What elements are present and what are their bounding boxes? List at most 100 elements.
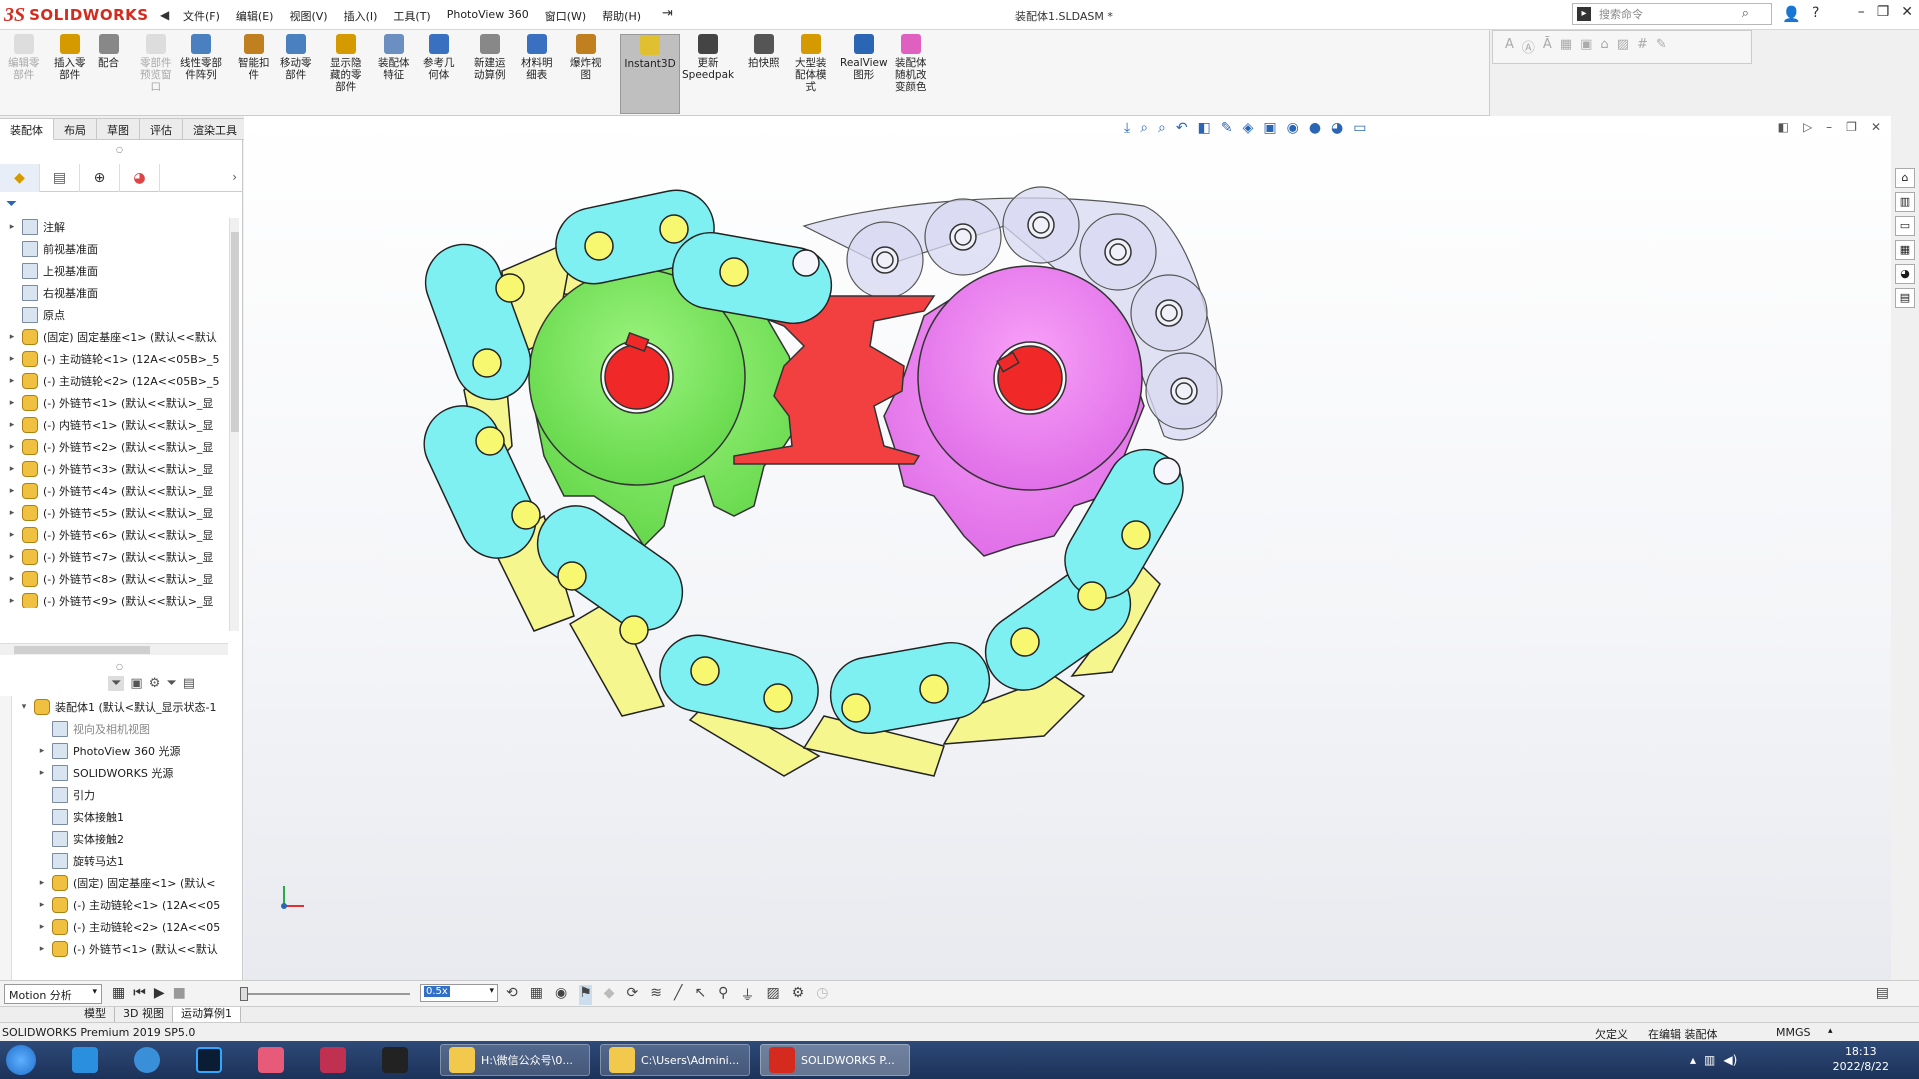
menu-item[interactable]: PhotoView 360 [439,6,537,26]
unit-system[interactable]: MMGS [1776,1026,1811,1039]
ribbon-button[interactable]: 智能扣 件 [238,34,270,114]
ribbon-button[interactable]: Instant3D [620,34,680,114]
tree-node[interactable]: 前视基准面 [0,238,238,260]
expand-toggle-icon[interactable]: ▸ [6,574,18,584]
expand-toggle-icon[interactable]: ▸ [6,398,18,408]
tree-node[interactable]: 实体接触1 [0,806,238,828]
ribbon-button[interactable]: 编辑零 部件 [8,34,40,114]
ribbon-button[interactable]: 新建运 动算例 [474,34,506,114]
expand-toggle-icon[interactable]: ▾ [18,702,30,712]
gravity-icon[interactable]: ⏚ [740,985,754,1005]
display-manager-tab-icon[interactable]: ◕ [120,164,160,192]
timeline-slider[interactable] [240,987,410,1001]
playback-speed-select[interactable]: 0.5x ▾ [420,984,498,1002]
panel-grip[interactable]: ○ [116,145,123,154]
taskbar-clock[interactable]: 18:13 2022/8/22 [1833,1044,1889,1074]
add-key-icon[interactable]: ◆ [604,985,615,1005]
menu-item[interactable]: 文件(F) [175,6,228,26]
ribbon-button[interactable]: RealView 图形 [840,34,888,114]
expand-toggle-icon[interactable]: ▸ [6,530,18,540]
weld-icon[interactable]: ⌂ [1600,37,1608,56]
ribbon-button[interactable]: 大型装 配体模 式 [795,34,827,114]
animation-wizard-icon[interactable]: ◉ [555,985,567,1005]
document-tab[interactable]: 模型 [76,1007,115,1023]
menu-item[interactable]: 插入(I) [336,6,386,26]
help-icon[interactable]: ? [1812,5,1819,21]
save-animation-icon[interactable]: ▦ [530,985,543,1005]
tree-hscroll[interactable] [0,643,228,655]
collapse-items-icon[interactable]: ▣ [130,676,142,691]
slider-knob[interactable] [240,987,248,1001]
expand-toggle-icon[interactable]: ▸ [6,464,18,474]
tree-node[interactable]: ▾ 装配体1 (默认<默认_显示状态-1 [0,696,238,718]
expand-toggle-icon[interactable]: ▸ [36,900,48,910]
expand-toggle-icon[interactable]: ▸ [6,420,18,430]
ribbon-button[interactable]: 移动零 部件 [280,34,312,114]
design-library-icon[interactable]: ▥ [1895,192,1915,212]
taskbar-task-folder1[interactable]: H:\微信公众号\0... [440,1044,590,1076]
property-manager-tab-icon[interactable]: ▤ [40,164,80,192]
close-icon[interactable]: ✕ [1901,4,1913,20]
tree-node[interactable]: ▸ (-) 外链节<2> (默认<<默认>_显 [0,436,238,458]
play-icon[interactable]: ▶ [154,985,165,1001]
stop-icon[interactable]: ■ [173,985,186,1001]
tree-node[interactable]: ▸ 注解 [0,216,238,238]
menu-item[interactable]: 视图(V) [281,6,335,26]
tree-node[interactable]: ▸ (-) 外链节<5> (默认<<默认>_显 [0,502,238,524]
tree-node[interactable]: 上视基准面 [0,260,238,282]
expand-toggle-icon[interactable]: ▸ [36,922,48,932]
ribbon-button[interactable]: 线性零部 件阵列 [180,34,222,114]
tree-node[interactable]: ▸ (固定) 固定基座<1> (默认<<默认 [0,326,238,348]
collapse-arrow-icon[interactable]: ◀ [160,8,169,22]
network-icon[interactable]: ▥ [1704,1053,1715,1067]
note-icon[interactable]: A [1505,37,1514,56]
command-tab[interactable]: 评估 [140,118,183,140]
splitter-grip[interactable]: ○ [116,662,123,671]
tree-node[interactable]: 引力 [0,784,238,806]
tree-node[interactable]: ▸ (-) 主动链轮<1> (12A<<05B>_5 [0,348,238,370]
home-icon[interactable]: ⌂ [1895,168,1915,188]
ribbon-button[interactable]: 装配体 特征 [378,34,410,114]
tree-node[interactable]: ▸ (固定) 固定基座<1> (默认< [0,872,238,894]
menu-item[interactable]: 工具(T) [385,6,438,26]
study-properties-icon[interactable]: ⚙ [792,985,805,1005]
playback-mode-icon[interactable]: ⟲ [506,985,518,1005]
tree-node[interactable]: ▸ (-) 外链节<7> (默认<<默认>_显 [0,546,238,568]
expand-toggle-icon[interactable]: ▸ [6,596,18,606]
restore-icon[interactable]: ❐ [1877,4,1890,20]
pin-icon[interactable]: ⇥ [662,6,673,21]
tree-vscroll[interactable] [229,218,239,631]
filter-icon[interactable]: ⏷ [6,196,17,212]
autokey-icon[interactable]: ⚑ [579,985,592,1005]
spring-icon[interactable]: ≋ [650,985,662,1005]
document-tab[interactable]: 3D 视图 [115,1007,173,1023]
tree-node[interactable]: ▸ (-) 外链节<9> (默认<<默认>_显 [0,590,238,608]
tree-node[interactable]: 右视基准面 [0,282,238,304]
motor-icon[interactable]: ⟳ [627,985,639,1005]
results-plot-icon[interactable]: ▨ [766,985,779,1005]
menu-item[interactable]: 帮助(H) [594,6,649,26]
tree-node[interactable]: ▸ (-) 外链节<6> (默认<<默认>_显 [0,524,238,546]
graphics-area[interactable]: ⤓ ⌕ ⌕ ↶ ◧ ✎ ◈ ▣ ◉ ● ◕ ▭ ◧ ▷ – ❐ ✕ [244,116,1891,980]
search-input[interactable]: ▸ 搜索命令 ⌕ [1572,3,1772,25]
ribbon-button[interactable]: 爆炸视 图 [570,34,602,114]
expand-toggle-icon[interactable]: ▸ [6,222,18,232]
search-icon[interactable]: ⌕ [1742,6,1749,21]
tree-node[interactable]: 旋转马达1 [0,850,238,872]
configuration-tab-icon[interactable]: ⊕ [80,164,120,192]
sort-icon[interactable]: ⚙ [149,676,161,691]
calculate-icon[interactable]: ▦ [112,985,125,1001]
taskbar-task-solidworks[interactable]: SOLIDWORKS P... [760,1044,910,1076]
chain-drive-model[interactable] [244,116,1891,980]
taskbar-pin-tools[interactable] [320,1044,352,1076]
expand-toggle-icon[interactable]: ▸ [6,354,18,364]
grid-icon[interactable]: # [1637,37,1648,56]
tray-expand-icon[interactable]: ▴ [1690,1053,1696,1067]
taskbar-pin-browser[interactable] [134,1044,166,1076]
expand-panel-arrow-icon[interactable]: › [232,170,237,184]
unit-arrow-icon[interactable]: ▴ [1828,1026,1833,1036]
tree-node[interactable]: ▸ (-) 主动链轮<1> (12A<<05 [0,894,238,916]
tree-node[interactable]: 视向及相机视图 [0,718,238,740]
user-icon[interactable]: 👤 [1782,5,1801,23]
tree-node[interactable]: 实体接触2 [0,828,238,850]
